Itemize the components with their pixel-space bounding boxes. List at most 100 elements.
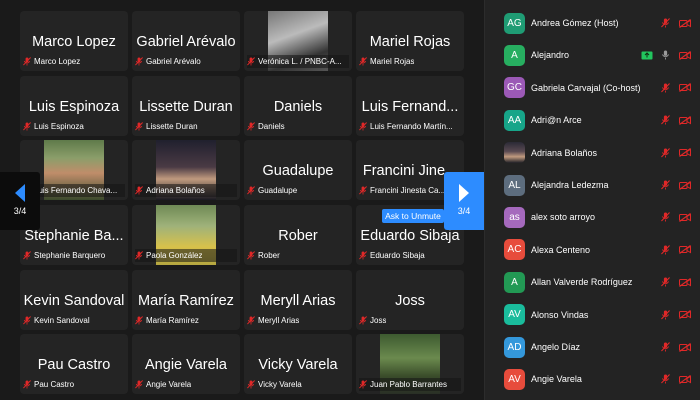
muted-mic-icon: [247, 380, 255, 389]
video-off-icon[interactable]: [679, 277, 691, 287]
participant-name-text: Adriana Bolaños: [146, 186, 205, 195]
participant-name: Alexa Centeno: [531, 244, 591, 255]
participant-name: Adri@n Arce: [531, 115, 582, 126]
participant-list-item[interactable]: as alex soto arroyo: [485, 201, 700, 233]
participant-list-item[interactable]: A Allan Valverde Rodríguez: [485, 266, 700, 298]
video-off-icon[interactable]: [679, 148, 691, 158]
video-off-icon[interactable]: [679, 212, 691, 222]
participant-tile[interactable]: Rober Rober: [244, 205, 352, 265]
participant-tile[interactable]: Mariel Rojas Mariel Rojas: [356, 11, 464, 71]
muted-mic-icon[interactable]: [661, 342, 670, 352]
participant-name-label: María Ramírez: [135, 314, 237, 327]
participant-name-text: Meryll Arias: [258, 316, 300, 325]
next-page-button[interactable]: 3/4: [444, 172, 484, 230]
muted-mic-icon: [359, 380, 367, 389]
participant-name: Alejandra Ledezma: [531, 180, 609, 190]
avatar: AL: [504, 174, 525, 196]
participant-tile[interactable]: Adriana Bolaños: [132, 140, 240, 200]
participant-tile[interactable]: Juan Pablo Barrantes: [356, 334, 464, 394]
participant-list-item[interactable]: AV Alonso Vindas: [485, 299, 700, 331]
participant-list-item[interactable]: A Alejandro: [485, 39, 700, 71]
page-indicator-right: 3/4: [457, 206, 471, 216]
avatar: GC: [504, 77, 525, 99]
participant-list-item[interactable]: GC Gabriela Carvajal (Co-host): [485, 72, 700, 104]
muted-mic-icon: [135, 251, 143, 260]
previous-page-button[interactable]: 3/4: [0, 172, 40, 230]
participant-name: Andrea Gómez (Host): [531, 18, 619, 28]
participant-name-text: Stephanie Barquero: [34, 251, 106, 260]
video-off-icon[interactable]: [679, 180, 691, 190]
participant-name-label: Angie Varela: [135, 378, 237, 391]
participant-tile[interactable]: Luis Espinoza Luis Espinoza: [20, 76, 128, 136]
muted-mic-icon[interactable]: [661, 244, 670, 255]
participant-name-text: Luis Fernando Chava...: [34, 186, 118, 195]
muted-mic-icon: [135, 122, 143, 131]
participant-name-label: Marco Lopez: [23, 55, 125, 68]
muted-mic-icon: [247, 122, 255, 131]
participant-tile[interactable]: Kevin Sandoval Kevin Sandoval: [20, 270, 128, 330]
muted-mic-icon[interactable]: [661, 82, 670, 93]
participant-display-name: Joss: [395, 293, 425, 309]
participant-list-item[interactable]: AL Alejandra Ledezma: [485, 169, 700, 201]
muted-mic-icon[interactable]: [661, 212, 670, 222]
participant-tile[interactable]: Verónica L. / PNBC-A...: [244, 11, 352, 71]
participant-tile[interactable]: Lissette Duran Lissette Duran: [132, 76, 240, 136]
participant-display-name: Angie Varela: [145, 357, 227, 373]
muted-mic-icon[interactable]: [661, 309, 670, 320]
video-off-icon[interactable]: [679, 342, 691, 352]
muted-mic-icon: [135, 380, 143, 389]
video-off-icon[interactable]: [679, 50, 691, 60]
participant-name-label: Guadalupe: [247, 184, 349, 197]
participant-tile[interactable]: Meryll Arias Meryll Arias: [244, 270, 352, 330]
participant-tile[interactable]: Paola González: [132, 205, 240, 265]
participant-name-label: Mariel Rojas: [359, 55, 461, 68]
participant-list-item[interactable]: AV Angie Varela: [485, 363, 700, 395]
participant-tile[interactable]: María Ramírez María Ramírez: [132, 270, 240, 330]
muted-mic-icon: [23, 122, 31, 131]
participant-tile[interactable]: Joss Joss: [356, 270, 464, 330]
participant-tile[interactable]: Angie Varela Angie Varela: [132, 334, 240, 394]
participant-tile[interactable]: Pau Castro Pau Castro: [20, 334, 128, 394]
participant-list-item[interactable]: AD Angelo Díaz: [485, 331, 700, 363]
video-off-icon[interactable]: [679, 115, 691, 125]
participant-name-label: Meryll Arias: [247, 314, 349, 327]
video-off-icon[interactable]: [679, 83, 691, 93]
muted-mic-icon[interactable]: [661, 277, 670, 287]
muted-mic-icon[interactable]: [661, 18, 670, 28]
video-off-icon[interactable]: [679, 374, 691, 384]
participant-display-name: Mariel Rojas: [369, 34, 451, 50]
participant-name-text: Luis Espinoza: [34, 122, 84, 131]
participant-tile[interactable]: Gabriel Arévalo Gabriel Arévalo: [132, 11, 240, 71]
muted-mic-icon[interactable]: [661, 147, 670, 158]
participant-display-name: Gabriel Arévalo: [136, 34, 236, 50]
participant-name-text: Kevin Sandoval: [34, 316, 90, 325]
participant-list-item[interactable]: AC Alexa Centeno: [485, 234, 700, 266]
muted-mic-icon[interactable]: [661, 180, 670, 190]
video-off-icon[interactable]: [679, 18, 691, 28]
participant-tile[interactable]: Marco Lopez Marco Lopez: [20, 11, 128, 71]
muted-mic-icon: [23, 316, 31, 325]
ask-to-unmute-button[interactable]: Ask to Unmute: [382, 209, 444, 223]
video-off-icon[interactable]: [679, 310, 691, 320]
participant-name-label: Paola González: [135, 249, 237, 262]
avatar: AV: [504, 304, 525, 326]
participant-tile[interactable]: Luis Fernand... Luis Fernando Martín...: [356, 76, 464, 136]
muted-mic-icon[interactable]: [661, 115, 670, 125]
participant-name-text: Gabriel Arévalo: [146, 57, 201, 66]
participant-name-text: Lissette Duran: [146, 122, 198, 131]
participant-list-item[interactable]: AA Adri@n Arce: [485, 104, 700, 136]
share-screen-icon: [641, 51, 653, 60]
avatar: AV: [504, 368, 525, 390]
participant-list-item[interactable]: AG Andrea Gómez (Host): [485, 7, 700, 39]
participant-name: Angie Varela: [531, 374, 582, 385]
muted-mic-icon: [23, 380, 31, 389]
mic-icon[interactable]: [661, 50, 670, 60]
participant-tile[interactable]: Daniels Daniels: [244, 76, 352, 136]
participant-list-item[interactable]: Adriana Bolaños: [485, 137, 700, 169]
participant-tile[interactable]: Vicky Varela Vicky Varela: [244, 334, 352, 394]
participant-name-label: Kevin Sandoval: [23, 314, 125, 327]
participant-tile[interactable]: Guadalupe Guadalupe: [244, 140, 352, 200]
video-off-icon[interactable]: [679, 245, 691, 255]
participant-name-label: Eduardo Sibaja: [359, 249, 461, 262]
muted-mic-icon[interactable]: [661, 374, 670, 384]
